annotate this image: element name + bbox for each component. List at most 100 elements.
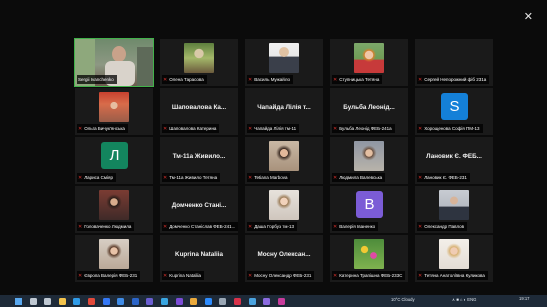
profile-photo [269,43,299,73]
participant-tile[interactable]: Домченко Стані... ✕ Домченко Станіслав ФЕБ… [160,186,238,233]
participant-name-label: ✕ Лановик Є. ФЕБ-231 [417,173,470,182]
mic-muted-icon: ✕ [248,273,253,279]
file-explorer-icon[interactable] [58,297,66,305]
participant-display-name: Kuprina Nataliia [175,251,223,258]
mic-muted-icon: ✕ [163,77,168,83]
participant-tile[interactable]: B ✕ Валерія Іваненко [330,186,408,233]
participant-name: Даша Горбуз тм-13 [254,224,294,229]
participant-name-label: ✕ Василь Мужайло [247,75,293,84]
participant-name-label: ✕ Kuprina Nataliia [162,271,204,280]
participant-name: Валерія Іваненко [339,224,376,229]
mic-muted-icon: ✕ [333,126,338,132]
windows-start-icon[interactable] [15,297,22,305]
mic-muted-icon: ✕ [78,175,83,181]
close-icon[interactable]: ✕ [524,12,533,23]
search-icon[interactable] [29,297,37,305]
participant-name: Мосну Олександр ФЕБ-231 [254,273,312,278]
participant-tile[interactable]: ✕ Головаченко Людмила [75,186,153,233]
app-icon-2[interactable] [248,297,256,305]
participant-tile[interactable]: ✕ Людмила Валевська [330,137,408,184]
profile-photo [99,239,129,269]
photos-icon[interactable] [190,297,198,305]
mic-muted-icon: ✕ [163,224,168,230]
mic-muted-icon: ✕ [418,126,423,132]
video-conference-window: ✕ Sergii Ivanchenko ✕ Олена Тарасова ✕ Васил… [0,0,547,295]
mic-muted-icon: ✕ [78,224,83,230]
participant-display-name: Чапайда Лілія т... [257,104,311,111]
telegram-icon[interactable] [161,297,168,305]
profile-photo [354,43,384,73]
store-icon[interactable] [102,297,110,305]
mic-muted-icon: ✕ [333,273,338,279]
participant-name-label: ✕ Валерія Іваненко [332,222,379,231]
participant-tile[interactable]: ✕ Тетяна Анатоліївна Куликова [415,235,493,282]
mic-muted-icon: ✕ [333,77,338,83]
participant-name-label: ✕ Головаченко Людмила [77,222,135,231]
participant-name: Шаповалова Катерина [169,126,217,131]
participant-tile[interactable]: ✕ Ступницька Тетяна [330,39,408,86]
profile-photo [354,141,384,171]
participant-name: Тетяна Анатоліївна Куликова [424,273,485,278]
app-icon-3[interactable] [263,297,271,305]
participant-display-name: Мосну Олексан... [257,251,311,258]
mic-muted-icon: ✕ [163,175,168,181]
participant-tile[interactable]: Чапайда Лілія т... ✕ Чапайда Лілія тм-11 [245,88,323,135]
participant-display-name: Лановик Є. ФЕБ... [426,153,482,160]
participant-name: Ольга Бичук'янська [84,126,125,131]
word-icon[interactable] [131,297,139,305]
participant-tile[interactable]: Kuprina Nataliia ✕ Kuprina Nataliia [160,235,238,282]
participant-tile[interactable]: ✕ Олександр Павлов [415,186,493,233]
participant-tile[interactable]: ✕ Європа Валерія ФЕБ-231 [75,235,153,282]
participant-tile[interactable]: ✕ Ольга Бичук'янська [75,88,153,135]
mic-muted-icon: ✕ [78,273,83,279]
participant-tile[interactable]: S ✕ Хорощенова Софія ПМ-13 [415,88,493,135]
profile-photo [354,239,384,269]
participant-name: Лановик Є. ФЕБ-231 [424,175,467,180]
viber-icon[interactable] [175,297,183,305]
participant-tile[interactable]: Тм-11а Живило... ✕ Тм-11а Живило Тетяна [160,137,238,184]
participant-name: Хорощенова Софія ПМ-13 [424,126,480,131]
participant-tile[interactable]: ✕ Сергей Непорожний фіб 231а [415,39,493,86]
participant-tile[interactable]: Sergii Ivanchenko [74,38,154,87]
zoom-icon[interactable] [204,297,212,305]
chrome-icon[interactable] [88,297,95,305]
weather-widget[interactable]: 10°C Cloudy [391,297,415,302]
participant-tile[interactable]: Шаповалова Ка... ✕ Шаповалова Катерина [160,88,238,135]
participant-name-label: ✕ Чапайда Лілія тм-11 [247,124,300,133]
mic-muted-icon: ✕ [78,126,83,132]
settings-icon[interactable] [219,297,227,305]
mic-muted-icon: ✕ [248,77,253,83]
edge-icon[interactable] [73,297,81,305]
participant-tile[interactable]: ✕ Tetiana Marbova [245,137,323,184]
participant-name: Василь Мужайло [254,77,290,82]
participant-display-name: Тм-11а Живило... [172,153,226,160]
participant-name: Tetiana Marbova [254,175,288,180]
participant-name: Чапайда Лілія тм-11 [254,126,297,131]
task-view-icon[interactable] [44,297,52,305]
clock[interactable]: 19:17 [519,296,529,301]
participant-name: Kuprina Nataliia [169,273,201,278]
system-tray[interactable]: ∧ ■ ⌂ ◐ ENG [452,297,476,302]
mic-muted-icon: ✕ [248,175,253,181]
participant-tile[interactable]: Лановик Є. ФЕБ... ✕ Лановик Є. ФЕБ-231 [415,137,493,184]
participant-name-label: ✕ Мосну Олександр ФЕБ-231 [247,271,315,280]
participant-tile[interactable]: ✕ Олена Тарасова [160,39,238,86]
participant-tile[interactable]: ✕ Даша Горбуз тм-13 [245,186,323,233]
participant-tile[interactable]: Бульба Леонід... ✕ Бульба Леонід ФЕБ-241а [330,88,408,135]
participant-tile[interactable]: Мосну Олексан... ✕ Мосну Олександр ФЕБ-231 [245,235,323,282]
app-icon-4[interactable] [277,297,285,305]
participant-name: Сергей Непорожний фіб 231а [424,77,487,82]
mail-icon[interactable] [117,297,125,305]
teams-icon[interactable] [146,297,154,305]
participant-name-label: ✕ Тетяна Анатоліївна Куликова [417,271,488,280]
participant-name: Sergii Ivanchenko [78,77,114,82]
participant-tile[interactable]: Л ✕ Лариса Сміяр [75,137,153,184]
participant-display-name: Шаповалова Ка... [171,104,227,111]
participant-tile[interactable]: ✕ Василь Мужайло [245,39,323,86]
app-icon[interactable] [234,297,241,305]
mic-muted-icon: ✕ [163,273,168,279]
profile-photo [269,190,299,220]
participant-tile[interactable]: ✕ Катерина Трапішна ФЕБ-233С [330,235,408,282]
participant-name: Домченко Станіслав ФЕБ-241... [169,224,236,229]
participant-name: Головаченко Людмила [84,224,132,229]
